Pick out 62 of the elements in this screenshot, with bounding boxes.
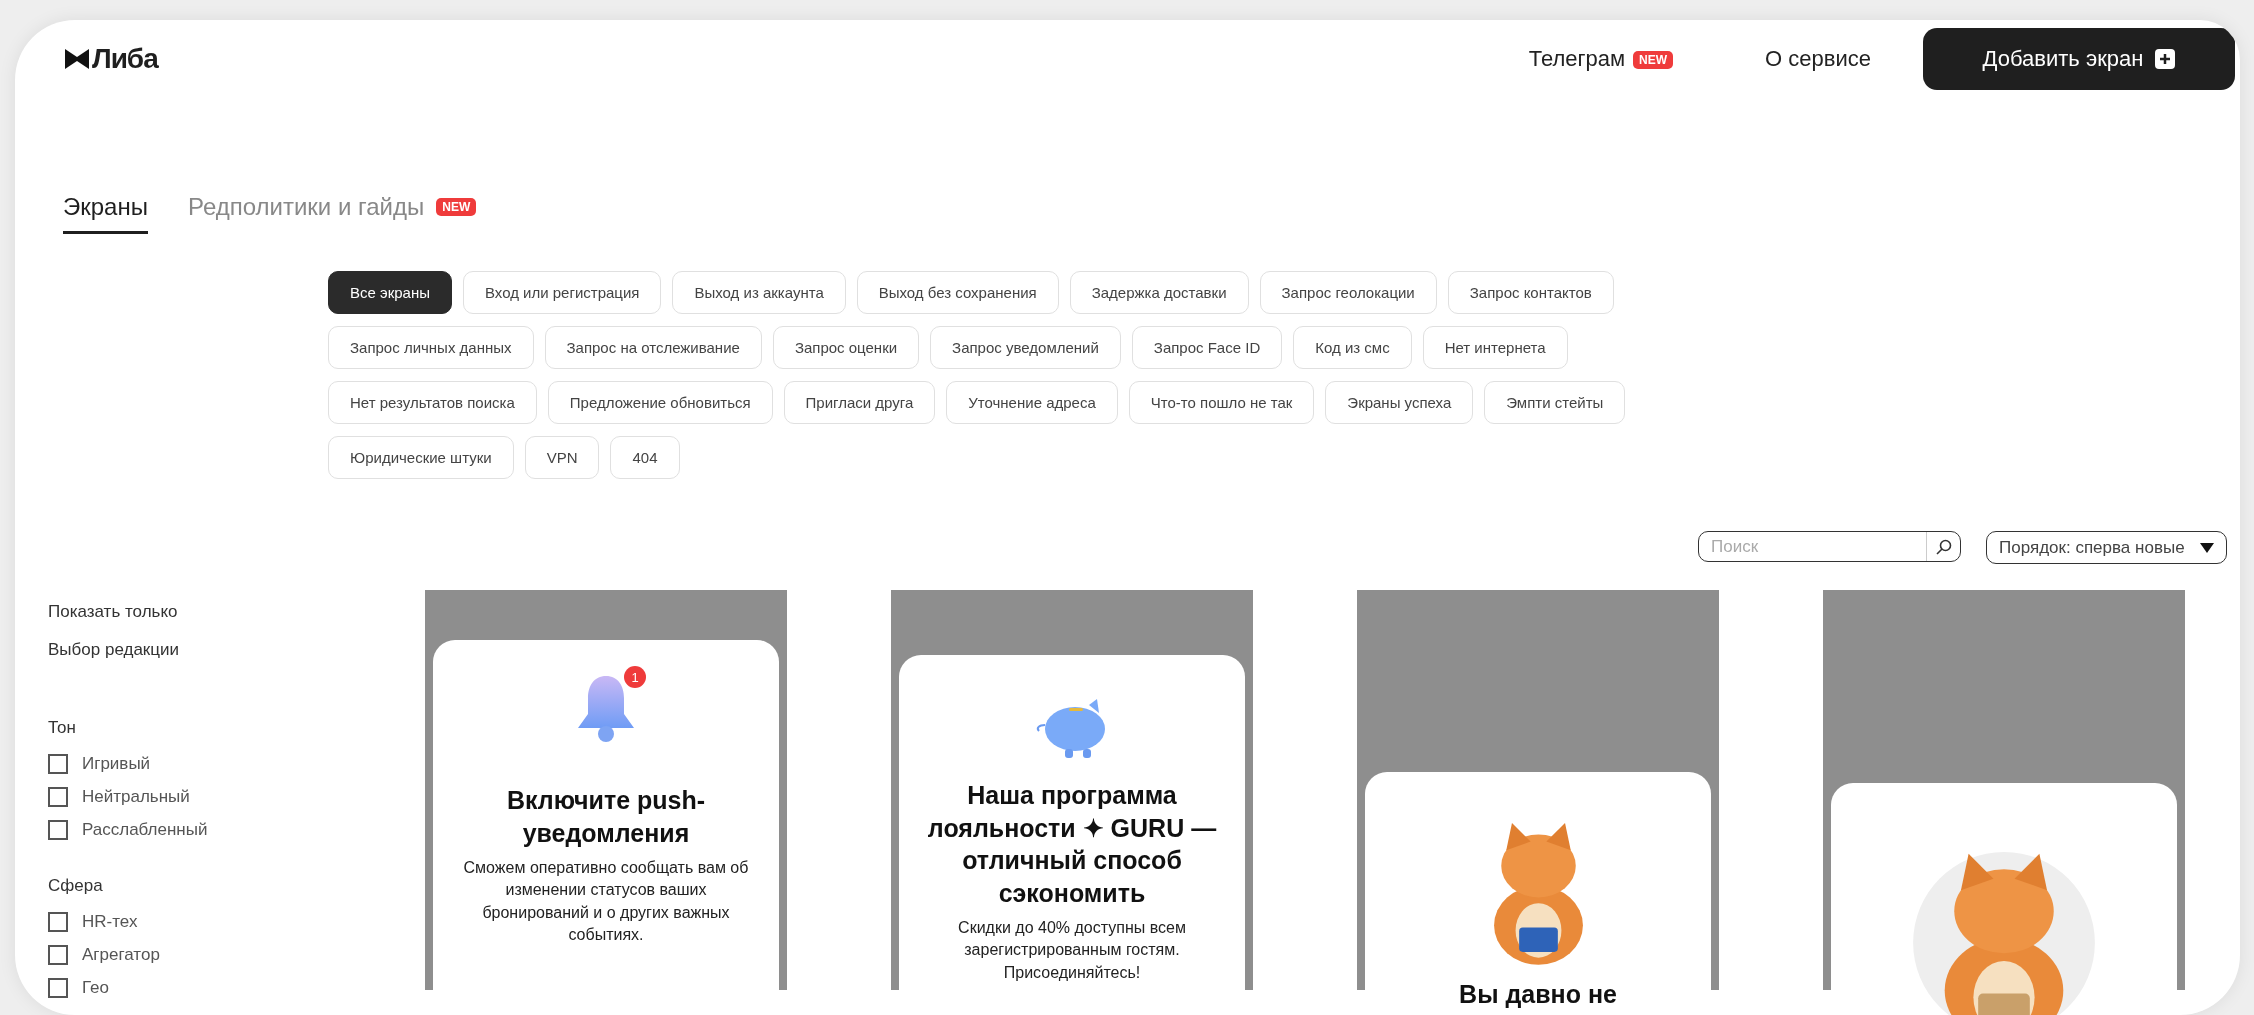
checkbox-label: HR-тех: [82, 912, 138, 932]
nav-link[interactable]: О сервисе: [1765, 46, 1871, 72]
filter-chip[interactable]: Запрос контактов: [1447, 271, 1614, 314]
checkbox-label: Гео: [82, 978, 109, 998]
filter-chip[interactable]: 404: [610, 436, 680, 479]
checkbox-label: Игривый: [82, 754, 151, 774]
filter-chip[interactable]: Выход без сохранения: [856, 271, 1059, 314]
filter-chip[interactable]: Запрос оценки: [772, 326, 920, 369]
checkbox-label: Расслабленный: [82, 820, 208, 840]
search-input[interactable]: Поиск: [1699, 535, 1926, 558]
card-text: Скидки до 40% доступны всем зарегистрированным гостям. Присоединяйтесь!: [957, 918, 1187, 983]
checkbox-label: Агрегатор: [82, 945, 160, 965]
checkbox[interactable]: [48, 945, 68, 965]
logo-text: Либа: [92, 43, 158, 75]
filter-chip[interactable]: Все экраны: [328, 271, 452, 314]
screen-card[interactable]: Наша программа лояльности ✦ GURU — отличный способ сэкономить Скидки до 40% доступны всем зарегистрированным гостям. Присоединяйтесь!: [891, 590, 1253, 990]
filter-chip[interactable]: Запрос на отслеживание: [544, 326, 762, 369]
sort-dropdown[interactable]: Порядок: сперва новые: [1986, 531, 2227, 564]
filter-chip[interactable]: Уточнение адреса: [946, 381, 1118, 424]
logo-icon: [65, 49, 89, 69]
add-screen-button[interactable]: Добавить экран: [1923, 28, 2235, 90]
search-field[interactable]: Поиск: [1698, 531, 1961, 562]
checkbox[interactable]: [48, 912, 68, 932]
checkbox[interactable]: [48, 754, 68, 774]
filter-chip[interactable]: Нет результатов поиска: [328, 381, 537, 424]
tab[interactable]: Экраны: [63, 193, 148, 234]
filter-chip[interactable]: Предложение обновиться: [547, 381, 773, 424]
card-title: Вы давно не: [1459, 979, 1617, 1010]
section-heading: Сфера: [48, 876, 104, 896]
screen-card[interactable]: 1 Включите push-уведомления Сможем оперативно сообщать вам об изменении статусов ваших бронирований и о других важных событиях.: [425, 590, 787, 990]
search-icon[interactable]: [1935, 538, 1952, 555]
filter-chip[interactable]: Запрос геолокации: [1259, 271, 1437, 314]
filter-chip[interactable]: Запрос личных данных: [328, 326, 534, 369]
card-title: Включите push-уведомления: [505, 785, 707, 849]
plus-icon: [2155, 49, 2176, 69]
filter-chip[interactable]: Вход или регистрация: [463, 271, 662, 314]
checkbox[interactable]: [48, 787, 68, 807]
section-heading: Показать только: [48, 602, 179, 622]
card-title: Наша программа лояльности ✦ GURU — отличный способ сэкономить: [926, 780, 1218, 909]
tab[interactable]: Редполитики и гайды NEW: [187, 193, 477, 234]
nav-link[interactable]: Телеграм NEW: [1528, 46, 1674, 72]
notification-badge: 1: [624, 666, 646, 688]
checkbox[interactable]: [48, 978, 68, 998]
filter-chip[interactable]: Запрос Face ID: [1131, 326, 1283, 369]
filter-chip[interactable]: Выход из аккаунта: [672, 271, 846, 314]
card-text: Сможем оперативно сообщать вам об изменении статусов ваших бронирований и о других важных событиях.: [462, 858, 750, 946]
checkbox-label: Нейтральный: [82, 787, 190, 807]
filter-chip[interactable]: Эмпти стейты: [1484, 381, 1626, 424]
logo[interactable]: Либа: [65, 43, 158, 75]
checkbox[interactable]: [48, 820, 68, 840]
filter-chip[interactable]: Юридические штуки: [328, 436, 514, 479]
filter-chip[interactable]: Код из смс: [1293, 326, 1412, 369]
filter-link[interactable]: Выбор редакции: [48, 640, 425, 660]
filter-chip[interactable]: Запрос уведомлений: [930, 326, 1121, 369]
section-heading: Тон: [48, 718, 77, 738]
filter-chip[interactable]: Экраны успеха: [1325, 381, 1474, 424]
caret-icon: [2200, 542, 2214, 553]
filter-chip[interactable]: Задержка доставки: [1069, 271, 1249, 314]
filter-chip[interactable]: VPN: [524, 436, 600, 479]
filter-chip[interactable]: Пригласи друга: [783, 381, 936, 424]
filter-chip[interactable]: Нет интернета: [1422, 326, 1568, 369]
filter-chip[interactable]: Что-то пошло не так: [1128, 381, 1315, 424]
